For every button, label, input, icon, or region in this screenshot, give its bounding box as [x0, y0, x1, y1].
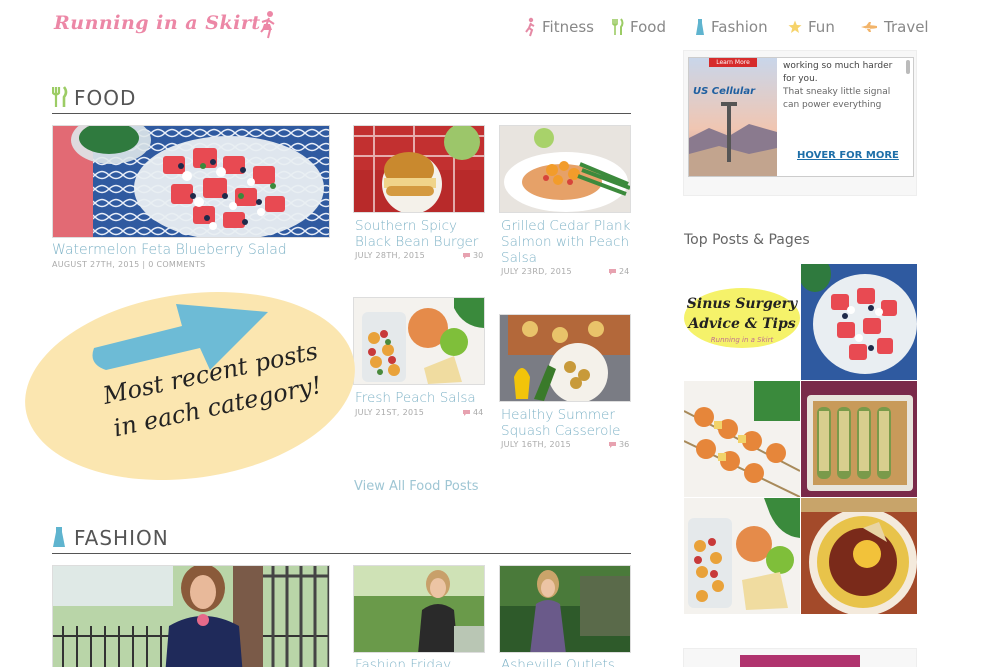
- top-post-shrimp-skewers[interactable]: [684, 381, 800, 497]
- nav-item-fun[interactable]: Fun: [788, 14, 835, 40]
- post-image[interactable]: [353, 297, 485, 385]
- post-comment-count[interactable]: 30: [462, 251, 483, 260]
- nav-item-fitness[interactable]: Fitness: [524, 14, 594, 40]
- star-icon: [788, 20, 802, 34]
- comment-count: 30: [473, 251, 484, 260]
- top-post-peach-salsa[interactable]: [684, 498, 800, 614]
- food-section-header: FOOD: [51, 84, 631, 114]
- nav-item-food[interactable]: Food: [612, 14, 666, 40]
- comment-bubble-icon: [463, 409, 470, 416]
- post-date: JULY 21ST, 2015: [355, 408, 425, 417]
- dress-icon: [52, 526, 66, 552]
- post-image[interactable]: [499, 314, 631, 402]
- top-posts-heading: Top Posts & Pages: [684, 232, 810, 248]
- nav-item-travel[interactable]: Travel: [860, 14, 929, 40]
- annotation-callout: Most recent posts in each category!: [22, 286, 362, 486]
- hover-for-more-link[interactable]: HOVER FOR MORE: [797, 150, 899, 161]
- post-title[interactable]: Southern Spicy Black Bean Burger: [355, 218, 487, 250]
- nav-item-label: Fun: [808, 18, 835, 36]
- post-title[interactable]: Grilled Cedar Plank Salmon with Peach Sa…: [501, 218, 633, 266]
- nav-item-fashion[interactable]: Fashion: [695, 14, 768, 40]
- ad-banner[interactable]: Learn More US Cellular working so much h…: [688, 57, 914, 177]
- post-date: JULY 23RD, 2015: [501, 267, 572, 276]
- ad-image: [689, 58, 777, 176]
- post-comments[interactable]: 0 COMMENTS: [148, 260, 205, 269]
- post-title[interactable]: Asheville Outlets: [501, 657, 633, 667]
- ad-copy: working so much harder for you. That sne…: [783, 60, 901, 112]
- plane-icon: [860, 21, 878, 33]
- section-title: FASHION: [74, 526, 169, 550]
- ad-copy-line: working so much harder for you.: [783, 61, 893, 84]
- post-date: JULY 28TH, 2015: [355, 251, 426, 260]
- widget-image[interactable]: [740, 655, 860, 667]
- fork-knife-icon: [612, 18, 624, 36]
- featured-post-meta: AUGUST 27TH, 2015 | 0 COMMENTS: [52, 260, 206, 269]
- sinus-subtitle: Running in a Skirt: [710, 336, 774, 344]
- section-title: FOOD: [74, 86, 137, 110]
- comment-bubble-icon: [609, 441, 616, 448]
- post-image[interactable]: [353, 565, 485, 653]
- post-image[interactable]: [499, 565, 631, 653]
- sidebar-ad: Learn More US Cellular working so much h…: [683, 50, 917, 196]
- learn-more-button[interactable]: Learn More: [709, 58, 757, 67]
- top-post-watermelon[interactable]: [801, 264, 917, 380]
- post-date: JULY 16TH, 2015: [501, 440, 572, 449]
- sinus-line: Sinus Surgery: [686, 296, 798, 312]
- comment-count: 24: [619, 267, 630, 276]
- view-all-food-link[interactable]: View All Food Posts: [354, 479, 479, 494]
- comment-bubble-icon: [609, 268, 616, 275]
- comment-bubble-icon: [463, 252, 470, 259]
- dress-icon: [695, 18, 705, 36]
- post-image[interactable]: [353, 125, 485, 213]
- post-title[interactable]: Fashion Friday: [355, 657, 487, 667]
- featured-post-image[interactable]: [52, 125, 330, 238]
- top-post-sinus-surgery[interactable]: Sinus Surgery Advice & Tips Running in a…: [684, 264, 800, 380]
- post-title[interactable]: Fresh Peach Salsa: [355, 390, 487, 406]
- fork-knife-icon: [51, 86, 68, 112]
- post-comment-count[interactable]: 36: [608, 440, 629, 449]
- sinus-line: Advice & Tips: [688, 316, 796, 332]
- ad-brand: US Cellular: [693, 86, 755, 97]
- post-title[interactable]: Healthy Summer Squash Casserole: [501, 407, 633, 439]
- nav-item-label: Fitness: [542, 18, 594, 36]
- site-logo[interactable]: Running in a Skirt: [54, 8, 284, 44]
- post-comment-count[interactable]: 44: [462, 408, 483, 417]
- comment-count: 44: [473, 408, 484, 417]
- nav-item-label: Food: [630, 18, 666, 36]
- sidebar-widget: [683, 648, 917, 667]
- featured-post-title[interactable]: Watermelon Feta Blueberry Salad: [52, 242, 330, 258]
- post-date: AUGUST 27TH, 2015: [52, 260, 140, 269]
- post-comment-count[interactable]: 24: [608, 267, 629, 276]
- post-image[interactable]: [499, 125, 631, 213]
- comment-count: 36: [619, 440, 630, 449]
- top-post-lasagna[interactable]: [801, 381, 917, 497]
- ad-brand-text: US Cellular: [693, 86, 756, 97]
- runner-logo-icon: [260, 11, 275, 39]
- nav-item-label: Travel: [884, 18, 929, 36]
- runner-icon: [524, 17, 536, 37]
- post-image[interactable]: [52, 565, 330, 667]
- ad-scrollbar[interactable]: [906, 60, 910, 74]
- ad-copy-line: That sneaky little signal can power ever…: [783, 87, 891, 110]
- site-logo-text: Running in a Skirt: [54, 12, 261, 34]
- fashion-section-header: FASHION: [52, 524, 631, 554]
- sinus-title: Sinus Surgery Advice & Tips: [684, 294, 800, 334]
- nav-item-label: Fashion: [711, 18, 768, 36]
- top-post-chili-soup[interactable]: [801, 498, 917, 614]
